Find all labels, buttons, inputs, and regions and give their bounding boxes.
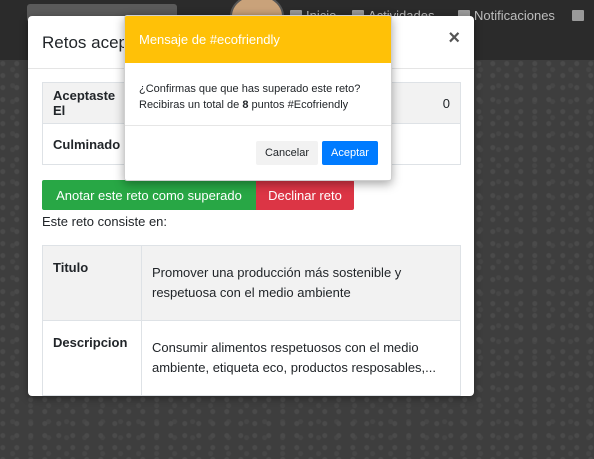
title-label: Titulo xyxy=(42,245,142,321)
challenge-details-table: Titulo Promover una producción más soste… xyxy=(42,245,461,396)
description-value: Consumir alimentos respetuosos con el me… xyxy=(141,320,461,396)
confirm-points-line: Recibiras un total de 8 puntos #Ecofrien… xyxy=(139,97,391,113)
decline-challenge-button[interactable]: Declinar reto xyxy=(256,180,354,210)
table-row: Descripcion Consumir alimentos respetuos… xyxy=(42,320,461,396)
cancel-button[interactable]: Cancelar xyxy=(256,141,318,165)
mark-completed-button[interactable]: Anotar este reto como superado xyxy=(42,180,256,210)
confirm-dialog-body: ¿Confirmas que que has superado este ret… xyxy=(125,63,391,126)
points-suffix: puntos #Ecofriendly xyxy=(248,99,349,111)
close-icon[interactable]: × xyxy=(448,28,460,48)
confirm-question: ¿Confirmas que que has superado este ret… xyxy=(139,83,361,95)
accept-button[interactable]: Aceptar xyxy=(322,141,378,165)
points-prefix: Recibiras un total de xyxy=(139,99,243,111)
confirm-dialog-title: Mensaje de #ecofriendly xyxy=(125,16,391,63)
description-label: Descripcion xyxy=(42,320,142,396)
confirm-dialog: Mensaje de #ecofriendly ¿Confirmas que q… xyxy=(124,15,392,181)
nav-logout-link[interactable] xyxy=(572,8,588,23)
table-row: Titulo Promover una producción más soste… xyxy=(42,245,461,321)
nav-notifications-label: Notificaciones xyxy=(474,8,555,23)
description-heading: Este reto consiste en: xyxy=(42,214,168,229)
logout-icon xyxy=(572,10,584,21)
title-value: Promover una producción más sostenible y… xyxy=(141,245,461,321)
